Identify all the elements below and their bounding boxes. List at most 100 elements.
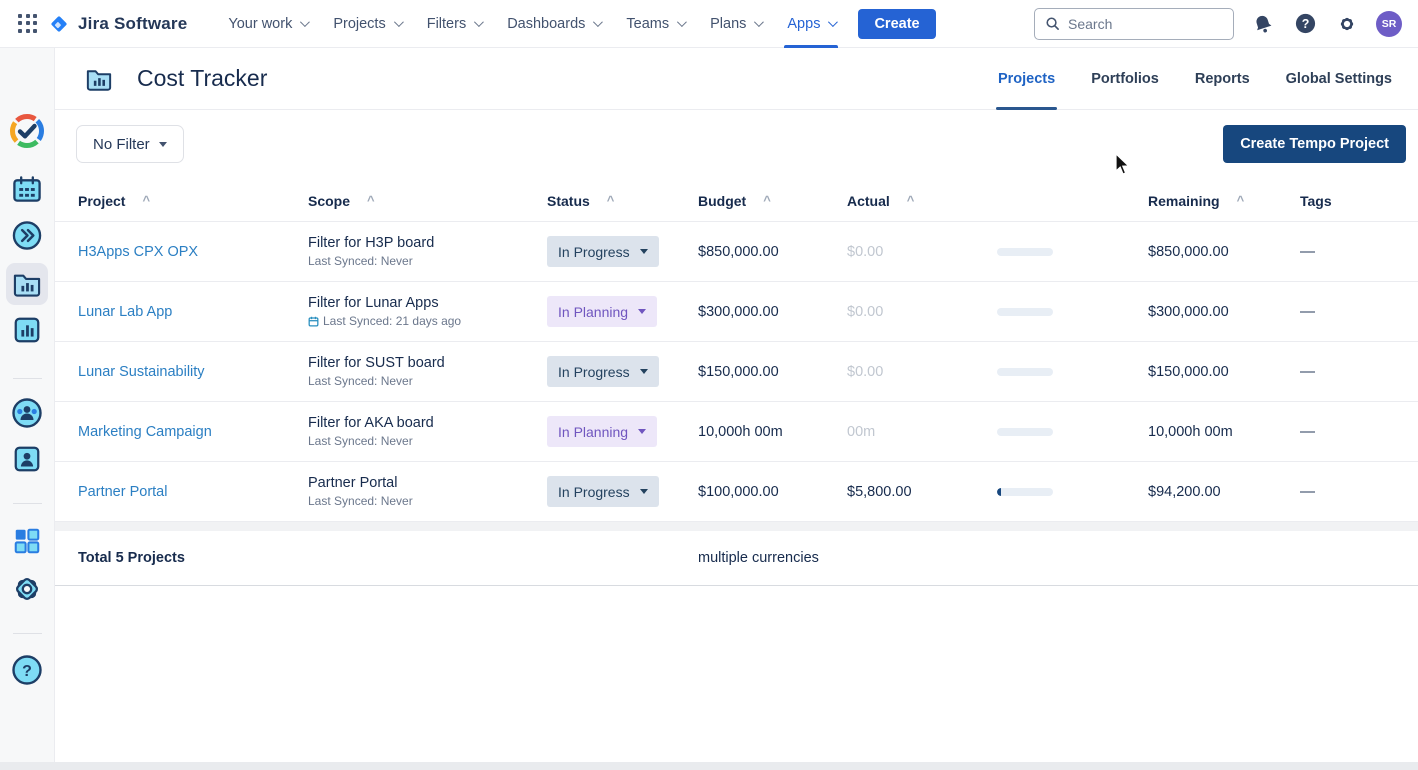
horizontal-scrollbar[interactable] (0, 762, 1418, 770)
project-link[interactable]: Marketing Campaign (78, 424, 212, 440)
scope-text: Filter for H3P board (308, 235, 547, 251)
sync-calendar-icon (308, 316, 319, 327)
search-box[interactable] (1034, 8, 1234, 40)
column-header-scope[interactable]: Scope (308, 193, 350, 209)
column-header-project[interactable]: Project (78, 193, 125, 209)
tab-label: Reports (1195, 71, 1250, 87)
project-link[interactable]: H3Apps CPX OPX (78, 244, 198, 260)
tab-projects[interactable]: Projects (998, 48, 1055, 110)
remaining-value: 10,000h 00m (1148, 424, 1233, 440)
actual-value: $0.00 (847, 304, 883, 320)
chevron-down-icon (474, 17, 484, 27)
tab-label: Projects (998, 71, 1055, 87)
bar-chart-icon[interactable] (12, 315, 42, 345)
dropdown-triangle-icon (640, 489, 648, 494)
settings-gear-icon[interactable] (1334, 11, 1360, 37)
sort-caret-icon[interactable]: ^ (907, 196, 915, 206)
user-avatar[interactable]: SR (1376, 11, 1402, 37)
chevron-down-icon (754, 17, 764, 27)
table-row: Marketing Campaign Filter for AKA board … (55, 402, 1418, 462)
filter-label: No Filter (93, 136, 150, 153)
last-synced-text: Last Synced: Never (308, 434, 413, 448)
project-link[interactable]: Lunar Lab App (78, 304, 172, 320)
sort-caret-icon[interactable]: ^ (763, 196, 771, 206)
tab-reports[interactable]: Reports (1195, 48, 1250, 110)
create-tempo-project-button[interactable]: Create Tempo Project (1223, 125, 1406, 163)
progress-bar (997, 428, 1053, 436)
nav-plans[interactable]: Plans (697, 0, 774, 48)
help-icon[interactable]: ? (1292, 11, 1318, 37)
dropdown-triangle-icon (159, 142, 167, 147)
tab-global-settings[interactable]: Global Settings (1286, 48, 1392, 110)
status-label: In Progress (558, 244, 630, 260)
status-pill[interactable]: In Planning (547, 296, 657, 327)
jira-diamond-icon (48, 13, 70, 35)
sort-caret-icon[interactable]: ^ (607, 196, 615, 206)
double-chevron-icon[interactable] (12, 220, 43, 251)
sort-caret-icon[interactable]: ^ (1237, 196, 1245, 206)
people-globe-icon[interactable] (11, 397, 43, 429)
nav-projects[interactable]: Projects (320, 0, 413, 48)
budget-summary: multiple currencies (698, 550, 819, 566)
cost-tracker-folder-chart-icon[interactable] (6, 263, 48, 305)
tags-value: — (1300, 423, 1315, 440)
actual-value: $0.00 (847, 364, 883, 380)
column-header-remaining[interactable]: Remaining (1148, 193, 1220, 209)
notifications-bell-icon[interactable] (1250, 11, 1276, 37)
nav-apps[interactable]: Apps (774, 0, 848, 48)
calendar-icon[interactable] (12, 174, 43, 204)
progress-bar (997, 308, 1053, 316)
top-navigation: Jira Software Your work Projects Filters… (0, 0, 1418, 48)
last-synced-text: Last Synced: 21 days ago (323, 314, 461, 328)
page-title: Cost Tracker (137, 65, 267, 92)
dropdown-triangle-icon (638, 429, 646, 434)
nav-teams[interactable]: Teams (613, 0, 697, 48)
nav-your-work[interactable]: Your work (215, 0, 320, 48)
project-link[interactable]: Lunar Sustainability (78, 364, 205, 380)
budget-value: 10,000h 00m (698, 424, 783, 440)
jira-logo[interactable]: Jira Software (48, 13, 187, 35)
status-label: In Planning (558, 304, 628, 320)
chevron-down-icon (828, 17, 838, 27)
column-header-budget[interactable]: Budget (698, 193, 746, 209)
chevron-down-icon (593, 17, 603, 27)
gear-icon[interactable] (11, 573, 43, 605)
tags-value: — (1300, 483, 1315, 500)
sort-caret-icon[interactable]: ^ (142, 196, 150, 206)
status-pill[interactable]: In Planning (547, 416, 657, 447)
remaining-value: $300,000.00 (1148, 304, 1229, 320)
status-pill[interactable]: In Progress (547, 476, 659, 507)
scope-text: Filter for SUST board (308, 355, 547, 371)
tab-portfolios[interactable]: Portfolios (1091, 48, 1159, 110)
main-content: Cost Tracker Projects Portfolios Reports… (55, 48, 1418, 770)
filter-dropdown[interactable]: No Filter (76, 125, 184, 163)
column-header-status[interactable]: Status (547, 193, 590, 209)
last-synced-text: Last Synced: Never (308, 374, 413, 388)
column-header-actual[interactable]: Actual (847, 193, 890, 209)
table-row: Lunar Lab App Filter for Lunar Apps Last… (55, 282, 1418, 342)
table-scroll-strip[interactable] (55, 522, 1418, 531)
app-switcher-icon[interactable] (18, 14, 38, 34)
page-header: Cost Tracker Projects Portfolios Reports… (55, 48, 1418, 110)
toolbar: No Filter Create Tempo Project (55, 110, 1418, 180)
tabs: Projects Portfolios Reports Global Setti… (998, 48, 1392, 110)
nav-label: Dashboards (507, 16, 585, 32)
sidebar-divider (13, 633, 42, 634)
create-button[interactable]: Create (858, 9, 935, 39)
help-circle-icon[interactable]: ? (11, 654, 43, 686)
sort-caret-icon[interactable]: ^ (367, 196, 375, 206)
nav-dashboards[interactable]: Dashboards (494, 0, 613, 48)
status-pill[interactable]: In Progress (547, 236, 659, 267)
table-header: Project^ Scope^ Status^ Budget^ Actual^ … (55, 180, 1418, 222)
nav-filters[interactable]: Filters (414, 0, 494, 48)
project-link[interactable]: Partner Portal (78, 484, 167, 500)
tempo-logo-icon[interactable] (9, 113, 45, 149)
actual-value: $5,800.00 (847, 484, 912, 500)
person-badge-icon[interactable] (12, 444, 42, 474)
status-pill[interactable]: In Progress (547, 356, 659, 387)
apps-grid-icon[interactable] (12, 526, 42, 556)
table-row: Lunar Sustainability Filter for SUST boa… (55, 342, 1418, 402)
chevron-down-icon (677, 17, 687, 27)
scope-text: Partner Portal (308, 475, 547, 491)
search-input[interactable] (1068, 16, 1218, 32)
